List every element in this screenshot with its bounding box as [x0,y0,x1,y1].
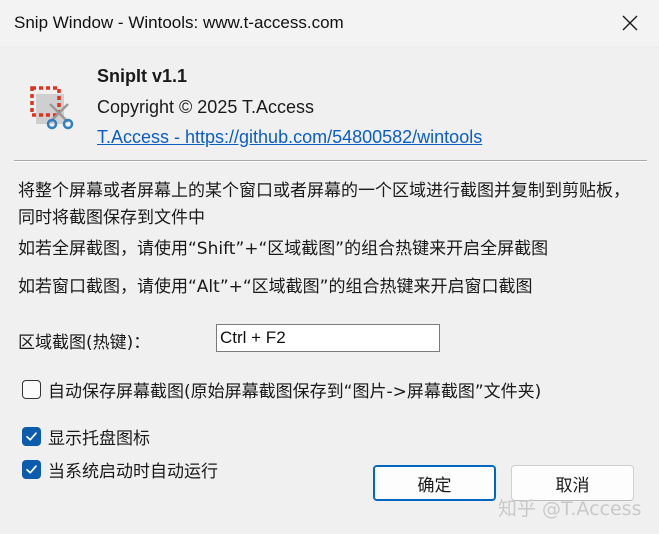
hotkey-input[interactable] [216,324,440,352]
app-name: SnipIt v1.1 [97,66,188,86]
close-button[interactable] [601,0,659,46]
hotkey-label: 区域截图(热键)： [18,333,151,353]
auto-save-label: 自动保存屏幕截图(原始屏幕截图保存到“图片->屏幕截图”文件夹) [48,382,542,402]
title-bar: Snip Window - Wintools: www.t-access.com [0,0,659,46]
autorun-checkbox[interactable] [22,460,41,479]
auto-save-option[interactable]: 自动保存屏幕截图(原始屏幕截图保存到“图片->屏幕截图”文件夹) [22,377,541,402]
window-hint: 如若窗口截图，请使用“Alt”+“区域截图”的组合热键来开启窗口截图 [18,277,533,297]
window-title: Snip Window - Wintools: www.t-access.com [14,13,344,32]
watermark: 知乎 @T.Access [498,498,642,520]
close-icon [622,15,638,31]
description-text: 将整个屏幕或者屏幕上的某个窗口或者屏幕的一个区域进行截图并复制到剪贴板，同时将截… [18,181,630,228]
check-icon [26,465,37,474]
show-tray-checkbox[interactable] [22,427,41,446]
show-tray-option[interactable]: 显示托盘图标 [22,424,150,449]
autorun-option[interactable]: 当系统启动时自动运行 [22,457,218,482]
copyright-text: Copyright © 2025 T.Access [97,97,315,117]
fullscreen-hint: 如若全屏截图，请使用“Shift”+“区域截图”的组合热键来开启全屏截图 [18,239,549,259]
show-tray-label: 显示托盘图标 [48,429,150,449]
divider [14,160,647,162]
github-link[interactable]: T.Access - https://github.com/54800582/w… [97,127,482,148]
check-icon [26,432,37,441]
autorun-label: 当系统启动时自动运行 [48,462,218,482]
snip-logo-icon [30,86,74,130]
auto-save-checkbox[interactable] [22,380,41,399]
ok-button[interactable]: 确定 [373,465,496,501]
